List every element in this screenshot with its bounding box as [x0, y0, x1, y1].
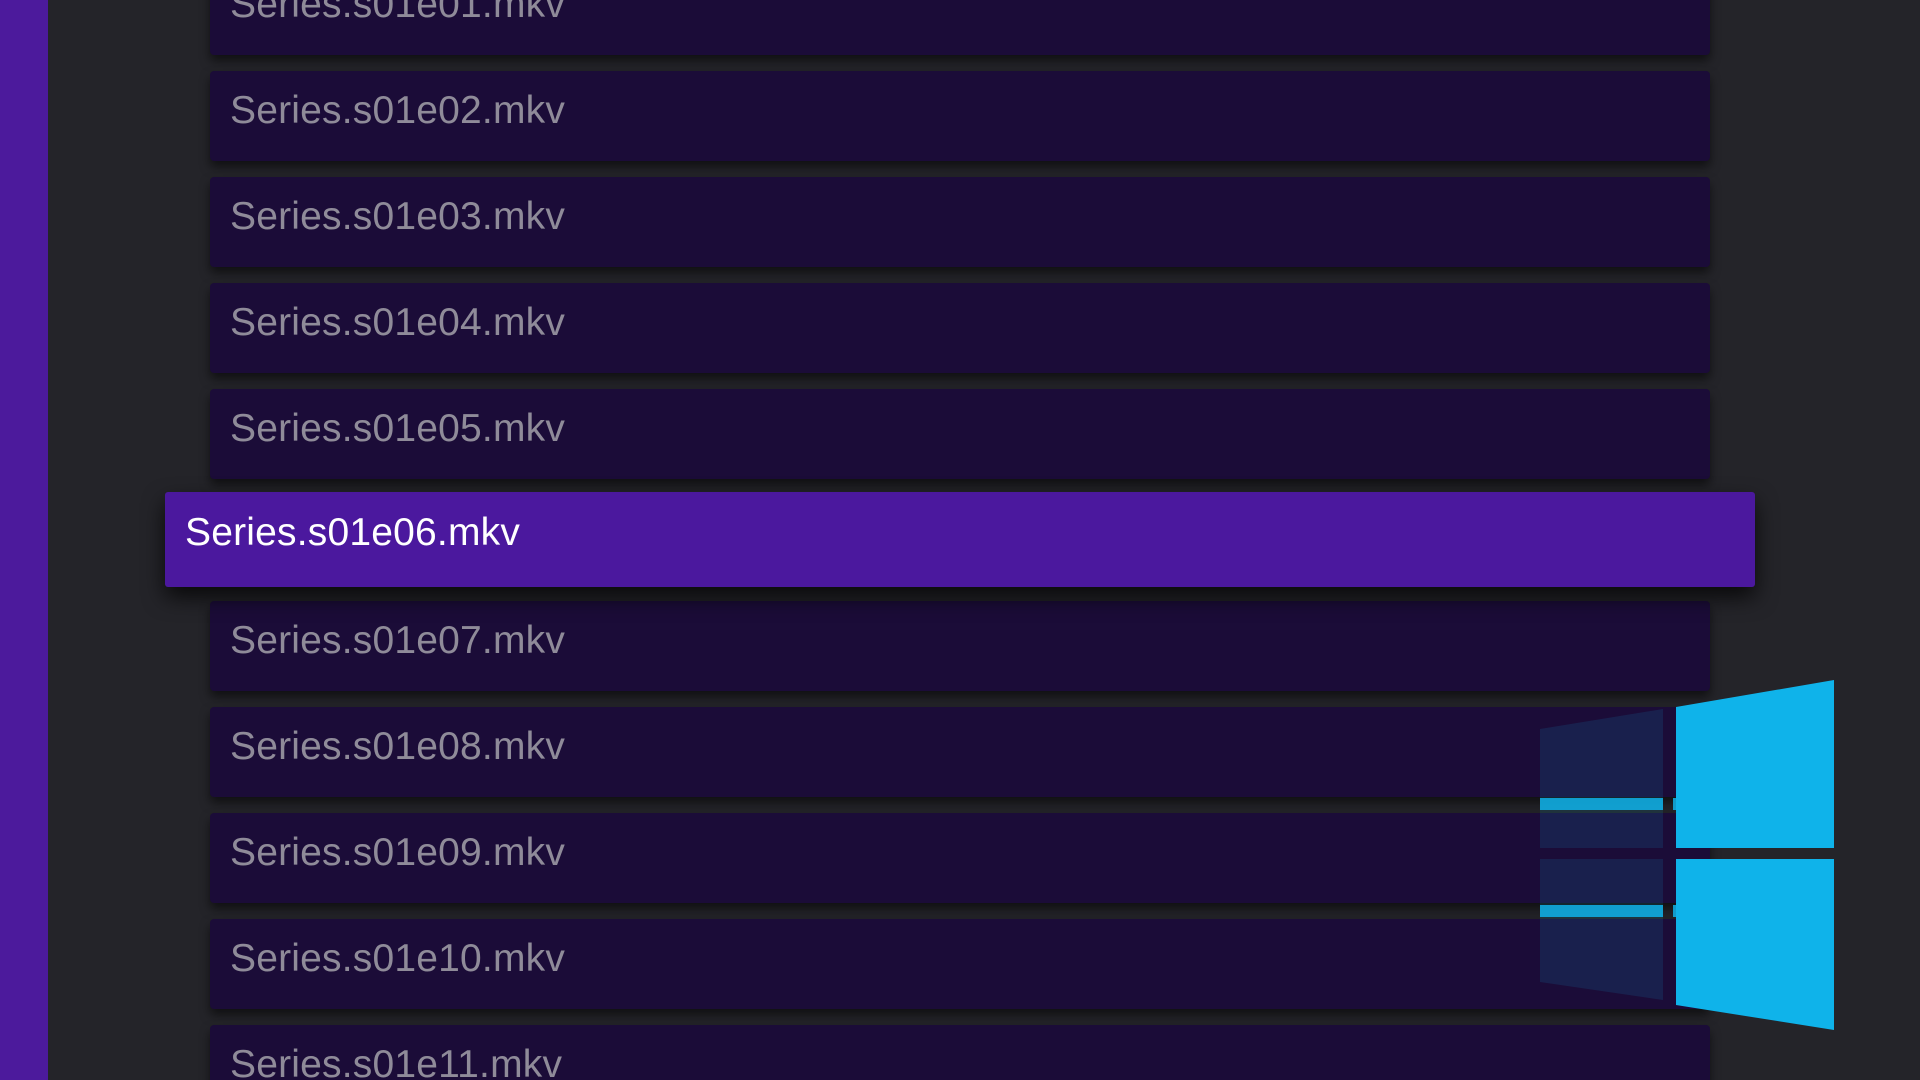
list-item-label: Series.s01e02.mkv	[230, 89, 566, 132]
list-item[interactable]: Series.s01e09.mkv	[210, 813, 1710, 903]
list-item[interactable]: Series.s01e02.mkv	[210, 71, 1710, 161]
list-item[interactable]: Series.s01e05.mkv	[210, 389, 1710, 479]
list-item-label: Series.s01e06.mkv	[185, 511, 521, 554]
list-item-label: Series.s01e09.mkv	[230, 831, 566, 874]
list-item-label: Series.s01e01.mkv	[230, 0, 566, 26]
list-item[interactable]: Series.s01e04.mkv	[210, 283, 1710, 373]
list-item[interactable]: Series.s01e01.mkv	[210, 0, 1710, 55]
list-item-label: Series.s01e10.mkv	[230, 937, 566, 980]
list-item-label: Series.s01e08.mkv	[230, 725, 566, 768]
list-item[interactable]: Series.s01e11.mkv	[210, 1025, 1710, 1080]
windows-logo-icon	[1540, 680, 1834, 1030]
list-item-label: Series.s01e04.mkv	[230, 301, 566, 344]
list-item-selected[interactable]: Series.s01e06.mkv	[165, 492, 1755, 587]
list-item-label: Series.s01e07.mkv	[230, 619, 566, 662]
file-browser-screen: Series.s01e01.mkv Series.s01e02.mkv Seri…	[0, 0, 1920, 1080]
list-item-label: Series.s01e11.mkv	[230, 1043, 563, 1080]
list-item-label: Series.s01e05.mkv	[230, 407, 566, 450]
list-item[interactable]: Series.s01e08.mkv	[210, 707, 1710, 797]
list-item[interactable]: Series.s01e07.mkv	[210, 601, 1710, 691]
list-item[interactable]: Series.s01e03.mkv	[210, 177, 1710, 267]
list-item-label: Series.s01e03.mkv	[230, 195, 566, 238]
list-item[interactable]: Series.s01e10.mkv	[210, 919, 1710, 1009]
